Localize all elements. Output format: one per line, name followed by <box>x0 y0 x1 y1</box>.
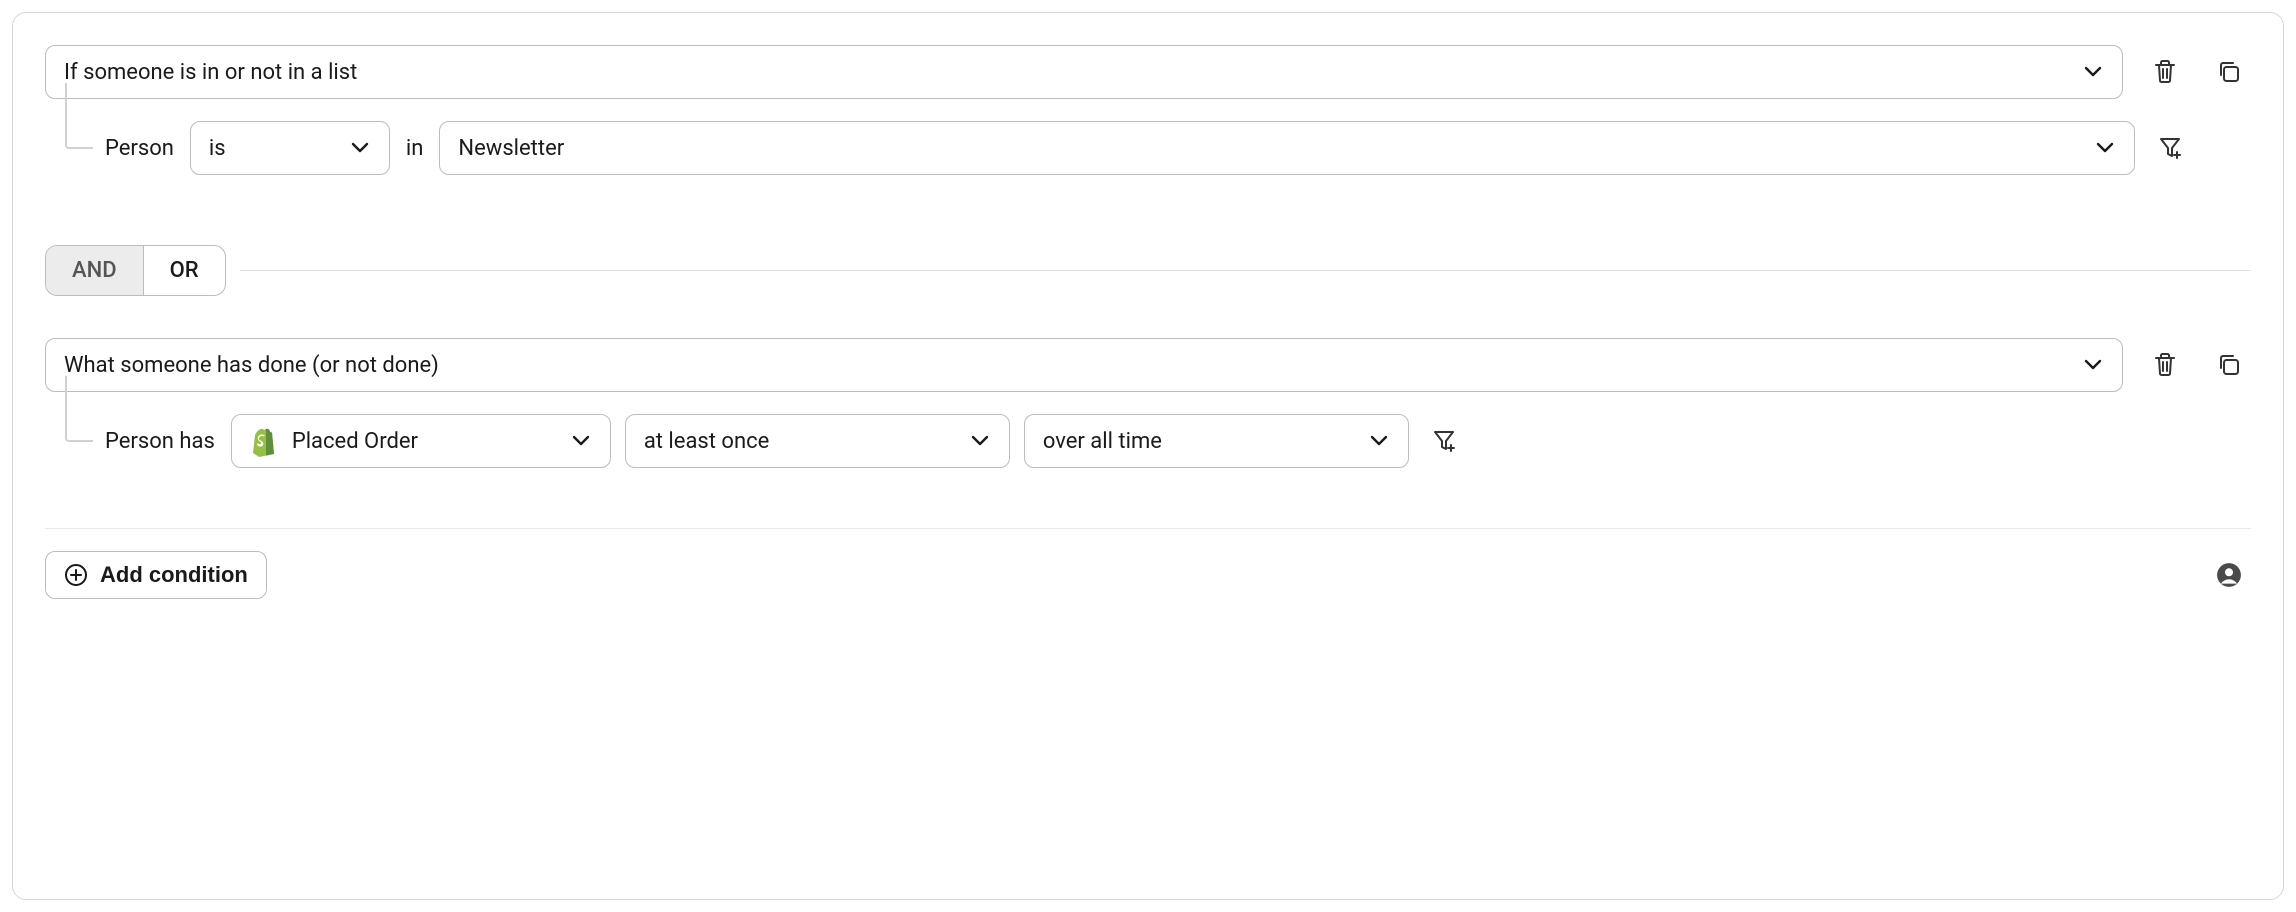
metric-label: Placed Order <box>292 429 418 454</box>
list-select-label: Newsletter <box>458 136 564 161</box>
trash-icon <box>2152 351 2178 379</box>
sub-joiner: in <box>404 136 426 161</box>
condition-2-subrow: Person has Placed Order at least once <box>103 414 2251 468</box>
duplicate-condition-button[interactable] <box>2207 343 2251 387</box>
condition-type-select[interactable]: What someone has done (or not done) <box>45 338 2123 392</box>
filter-plus-icon <box>1432 428 1458 454</box>
frequency-select[interactable]: at least once <box>625 414 1010 468</box>
trash-icon <box>2152 58 2178 86</box>
delete-condition-button[interactable] <box>2143 50 2187 94</box>
chevron-down-icon <box>570 430 592 452</box>
logic-option-or[interactable]: OR <box>144 246 225 295</box>
condition-type-select[interactable]: If someone is in or not in a list <box>45 45 2123 99</box>
timeframe-select[interactable]: over all time <box>1024 414 1409 468</box>
sub-prefix: Person <box>103 136 176 161</box>
timeframe-label: over all time <box>1043 429 1162 454</box>
condition-1-subrow: Person is in Newsletter <box>103 121 2251 175</box>
metric-select[interactable]: Placed Order <box>231 414 611 468</box>
list-select[interactable]: Newsletter <box>439 121 2135 175</box>
condition-2-header: What someone has done (or not done) <box>45 338 2251 392</box>
chevron-down-icon <box>1368 430 1390 452</box>
shopify-icon <box>250 426 278 456</box>
chevron-down-icon <box>2094 137 2116 159</box>
chevron-down-icon <box>2082 61 2104 83</box>
footer-divider <box>45 528 2251 529</box>
add-filter-button[interactable] <box>2149 126 2193 170</box>
segment-builder-card: If someone is in or not in a list Person <box>12 12 2284 900</box>
footer: Add condition <box>45 551 2251 599</box>
logic-operator-toggle: AND OR <box>45 245 226 296</box>
copy-icon <box>2216 352 2242 378</box>
condition-type-label: What someone has done (or not done) <box>64 353 439 378</box>
condition-1-header: If someone is in or not in a list <box>45 45 2251 99</box>
membership-operator-label: is <box>209 136 226 161</box>
condition-type-label: If someone is in or not in a list <box>64 60 357 85</box>
add-condition-button[interactable]: Add condition <box>45 551 267 599</box>
add-filter-button[interactable] <box>1423 419 1467 463</box>
logic-divider <box>240 270 2251 272</box>
chevron-down-icon <box>349 137 371 159</box>
preview-audience-button[interactable] <box>2207 553 2251 597</box>
filter-plus-icon <box>2158 135 2184 161</box>
duplicate-condition-button[interactable] <box>2207 50 2251 94</box>
plus-circle-icon <box>64 563 88 587</box>
copy-icon <box>2216 59 2242 85</box>
sub-prefix: Person has <box>103 429 217 454</box>
frequency-label: at least once <box>644 429 770 454</box>
chevron-down-icon <box>2082 354 2104 376</box>
chevron-down-icon <box>969 430 991 452</box>
add-condition-label: Add condition <box>100 562 248 588</box>
logic-operator-row: AND OR <box>45 245 2251 296</box>
delete-condition-button[interactable] <box>2143 343 2187 387</box>
avatar-icon <box>2216 562 2242 588</box>
logic-option-and[interactable]: AND <box>46 246 144 295</box>
membership-operator-select[interactable]: is <box>190 121 390 175</box>
